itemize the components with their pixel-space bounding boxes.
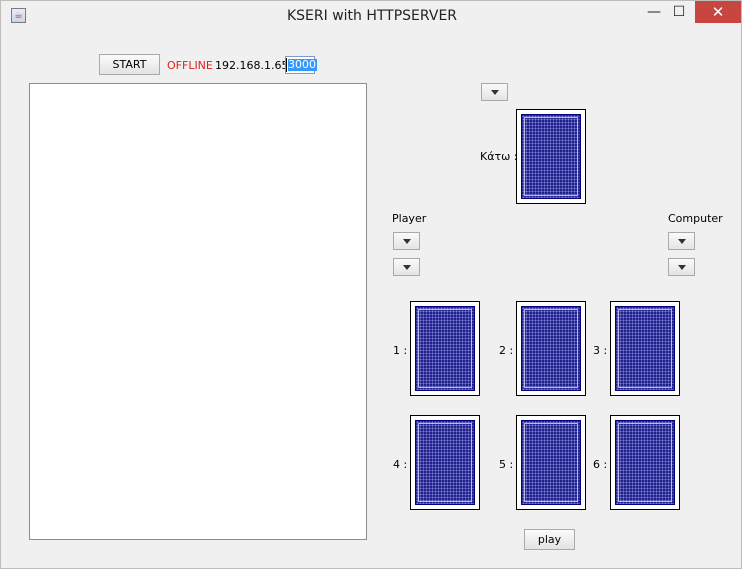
hand-label-2: 2 : xyxy=(499,344,514,357)
down-card xyxy=(516,109,586,204)
player-dropdown-2[interactable] xyxy=(393,258,420,276)
play-button[interactable]: play xyxy=(524,529,575,550)
connection-status: OFFLINE xyxy=(167,59,213,72)
hand-label-5: 5 : xyxy=(499,458,514,471)
chevron-down-icon xyxy=(403,265,411,270)
player-dropdown-1[interactable] xyxy=(393,232,420,250)
hand-label-4: 4 : xyxy=(393,458,408,471)
player-label: Player xyxy=(392,212,427,225)
card-back xyxy=(521,114,581,199)
card-back xyxy=(615,306,675,391)
card-back xyxy=(415,306,475,391)
window-title: KSERI with HTTPSERVER xyxy=(286,8,458,24)
port-value: 3000 xyxy=(288,58,317,71)
down-label: Κάτω : xyxy=(480,150,518,163)
chevron-down-icon xyxy=(678,265,686,270)
chevron-down-icon xyxy=(491,90,499,95)
text-caret xyxy=(286,58,287,72)
hand-label-6: 6 : xyxy=(593,458,608,471)
card-back xyxy=(521,420,581,505)
app-window: ☕ KSERI with HTTPSERVER — ☐ ✕ START OFFL… xyxy=(0,0,742,569)
start-button[interactable]: START xyxy=(99,54,160,75)
card-back xyxy=(415,420,475,505)
hand-label-3: 3 : xyxy=(593,344,608,357)
computer-label: Computer xyxy=(668,212,723,225)
hand-label-1: 1 : xyxy=(393,344,408,357)
hand-card-6[interactable] xyxy=(610,415,680,510)
hand-card-3[interactable] xyxy=(610,301,680,396)
port-field[interactable]: 3000 xyxy=(285,56,317,74)
hand-card-2[interactable] xyxy=(516,301,586,396)
hand-card-5[interactable] xyxy=(516,415,586,510)
hand-card-1[interactable] xyxy=(410,301,480,396)
title-bar: ☕ KSERI with HTTPSERVER — ☐ ✕ xyxy=(1,1,741,31)
down-card-dropdown[interactable] xyxy=(481,83,508,101)
maximize-button[interactable]: ☐ xyxy=(664,1,694,23)
card-back xyxy=(521,306,581,391)
computer-dropdown-1[interactable] xyxy=(668,232,695,250)
card-back xyxy=(615,420,675,505)
chevron-down-icon xyxy=(403,239,411,244)
ip-address: 192.168.1.65 xyxy=(215,59,289,72)
log-area[interactable] xyxy=(29,83,367,540)
hand-card-4[interactable] xyxy=(410,415,480,510)
computer-dropdown-2[interactable] xyxy=(668,258,695,276)
chevron-down-icon xyxy=(678,239,686,244)
close-button[interactable]: ✕ xyxy=(695,1,741,23)
